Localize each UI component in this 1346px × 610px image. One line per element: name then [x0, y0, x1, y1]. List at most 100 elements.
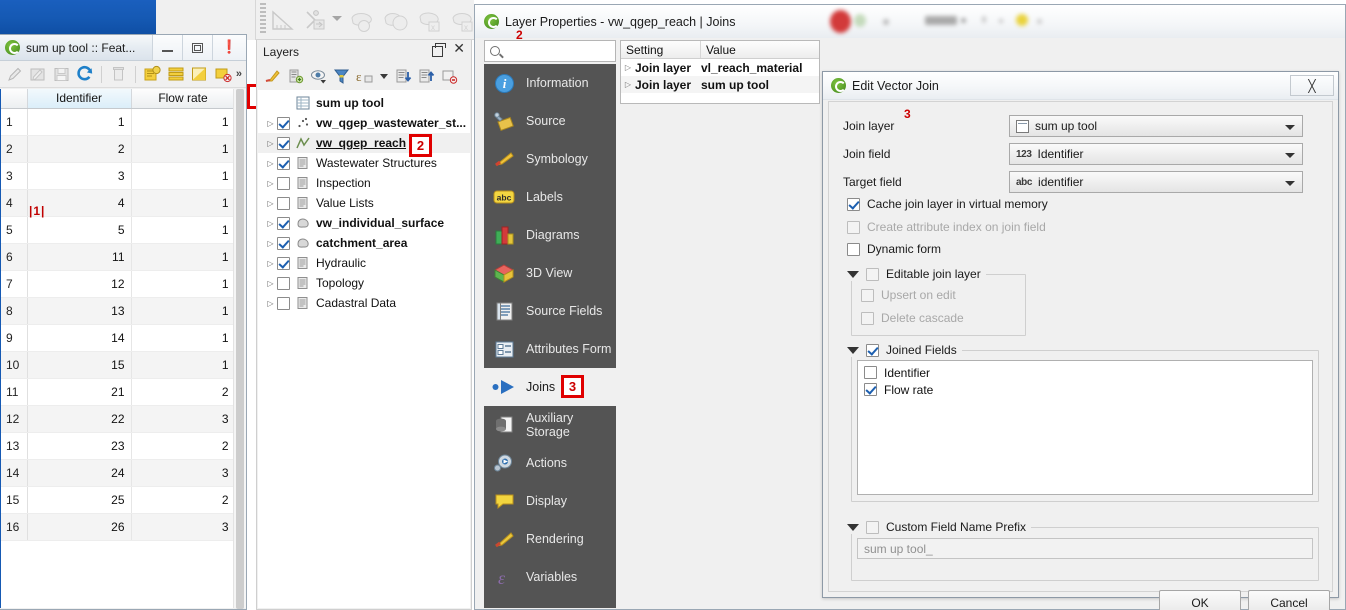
layer-properties-nav[interactable]: i Information Source Symbology abc Labels Diag… — [484, 64, 616, 608]
expand-triangle-icon[interactable]: ▷ — [621, 63, 635, 72]
layer-visibility-checkbox[interactable] — [277, 216, 290, 230]
row-index-cell[interactable]: 13 — [1, 432, 28, 460]
row-index-cell[interactable]: 15 — [1, 486, 28, 514]
expression-filter-icon[interactable]: ε — [355, 67, 374, 86]
nav-item-3d-view[interactable]: 3D View — [484, 254, 616, 292]
cancel-button[interactable]: Cancel — [1248, 590, 1330, 610]
expand-triangle-icon[interactable]: ▷ — [264, 299, 277, 308]
table-row[interactable]: 9 14 1 — [1, 324, 233, 352]
settings-search-input[interactable] — [484, 40, 616, 62]
flow-rate-cell[interactable]: 2 — [131, 486, 233, 514]
toolbar-drag-handle[interactable] — [260, 3, 266, 35]
flow-rate-cell[interactable]: 3 — [131, 459, 233, 487]
row-index-cell[interactable]: 6 — [1, 243, 28, 271]
attribute-table-vertical-scrollbar[interactable] — [233, 89, 246, 609]
deselect-all-icon[interactable] — [212, 64, 233, 85]
flow-rate-cell[interactable]: 1 — [131, 270, 233, 298]
collapse-triangle-icon[interactable] — [847, 346, 859, 354]
vertex-tool-icon[interactable] — [304, 8, 330, 32]
flow-rate-cell[interactable]: 3 — [131, 513, 233, 541]
table-row[interactable]: 14 24 3 — [1, 459, 233, 487]
collapse-triangle-icon[interactable] — [847, 270, 859, 278]
save-layer-edits-icon[interactable] — [51, 64, 72, 85]
remove-layer-icon[interactable] — [440, 67, 459, 86]
reload-refresh-icon[interactable] — [75, 64, 96, 85]
table-row[interactable]: 12 22 3 — [1, 405, 233, 433]
chevron-down-icon[interactable] — [1285, 125, 1295, 130]
layer-visibility-checkbox[interactable] — [277, 236, 290, 250]
measure-icon[interactable] — [270, 8, 296, 32]
row-index-cell[interactable]: 4 — [1, 189, 28, 217]
digitize-shape-icon-3[interactable]: x — [416, 9, 446, 33]
row-index-cell[interactable]: 5 — [1, 216, 28, 244]
row-index-cell[interactable]: 12 — [1, 405, 28, 433]
layer-item-topology[interactable]: ▷ Topology — [258, 273, 470, 293]
dynamic-form-checkbox[interactable]: Dynamic form — [847, 242, 941, 256]
checkbox-box[interactable] — [866, 267, 879, 281]
close-button[interactable]: ╳ — [1290, 75, 1334, 96]
table-row[interactable]: 15 25 2 — [1, 486, 233, 514]
expand-triangle-icon[interactable]: ▷ — [264, 179, 277, 188]
column-header-identifier[interactable]: Identifier — [27, 89, 132, 109]
identifier-cell[interactable]: 11 — [27, 243, 132, 271]
collapse-all-icon[interactable] — [417, 67, 436, 86]
expand-triangle-icon[interactable]: ▷ — [264, 279, 277, 288]
delete-cascade-checkbox[interactable]: Delete cascade — [861, 311, 964, 325]
manage-visibility-icon[interactable] — [309, 67, 328, 86]
joins-row[interactable]: ▷ Join layer vl_reach_material — [621, 59, 819, 76]
identifier-cell[interactable]: 25 — [27, 486, 132, 514]
nav-item-auxiliary-storage[interactable]: Auxiliary Storage — [484, 406, 616, 444]
table-row[interactable]: 111 — [1, 108, 233, 136]
nav-item-variables[interactable]: ε Variables — [484, 558, 616, 596]
flow-rate-cell[interactable]: 2 — [131, 432, 233, 460]
table-row[interactable]: 16 26 3 — [1, 513, 233, 541]
join-field-combo[interactable]: 123 Identifier — [1009, 143, 1303, 165]
filter-legend-icon[interactable] — [332, 67, 351, 86]
identifier-cell[interactable]: 23 — [27, 432, 132, 460]
expand-triangle-icon[interactable]: ▷ — [264, 219, 277, 228]
nav-item-joins[interactable]: Joins — [484, 368, 616, 406]
layer-item-catchment-area[interactable]: ▷ catchment_area — [258, 233, 470, 253]
maximize-button[interactable] — [182, 35, 212, 60]
joined-field-item-identifier[interactable]: Identifier — [858, 364, 1312, 381]
nav-item-attributes-form[interactable]: Attributes Form — [484, 330, 616, 368]
table-row[interactable]: 10 15 1 — [1, 351, 233, 379]
layer-visibility-checkbox[interactable] — [277, 176, 290, 190]
nav-item-labels[interactable]: abc Labels — [484, 178, 616, 216]
search-field[interactable] — [505, 43, 605, 59]
layer-item-sum-up-tool[interactable]: sum up tool — [258, 93, 470, 113]
layer-item-inspection[interactable]: ▷ Inspection — [258, 173, 470, 193]
layer-item-vw-qgep-reach[interactable]: ▷ vw_qgep_reach — [258, 133, 470, 153]
layers-tree[interactable]: sum up tool ▷ vw_qgep_wastewater_st... ▷ vw_… — [258, 90, 470, 608]
custom-prefix-input[interactable]: sum up tool_ — [857, 538, 1313, 559]
expand-triangle-icon[interactable]: ▷ — [264, 119, 277, 128]
flow-rate-cell[interactable]: 1 — [131, 351, 233, 379]
flow-rate-cell[interactable]: 1 — [131, 216, 233, 244]
select-all-icon[interactable] — [165, 64, 186, 85]
ok-button[interactable]: OK — [1159, 590, 1241, 610]
column-header-flow-rate[interactable]: Flow rate — [131, 89, 233, 109]
row-index-cell[interactable]: 10 — [1, 351, 28, 379]
layer-item-wastewater-structures[interactable]: ▷ Wastewater Structures — [258, 153, 470, 173]
layer-visibility-checkbox[interactable] — [277, 196, 290, 210]
row-index-cell[interactable]: 9 — [1, 324, 28, 352]
upsert-on-edit-checkbox[interactable]: Upsert on edit — [861, 288, 956, 302]
layer-visibility-checkbox[interactable] — [277, 276, 290, 290]
close-icon[interactable]: ✕ — [453, 42, 465, 56]
open-layer-styling-icon[interactable] — [263, 67, 282, 86]
nav-item-symbology[interactable]: Symbology — [484, 140, 616, 178]
checkbox-box[interactable] — [866, 343, 879, 357]
flow-rate-cell[interactable]: 1 — [131, 135, 233, 163]
layer-item-value-lists[interactable]: ▷ Value Lists — [258, 193, 470, 213]
target-field-combo[interactable]: abc identifier — [1009, 171, 1303, 193]
layer-item-vw-individual-surface[interactable]: ▷ vw_individual_surface — [258, 213, 470, 233]
row-header-corner[interactable] — [1, 89, 28, 109]
identifier-cell[interactable]: 21 — [27, 378, 132, 406]
nav-item-diagrams[interactable]: Diagrams — [484, 216, 616, 254]
expand-all-icon[interactable] — [394, 67, 413, 86]
nav-item-source-fields[interactable]: Source Fields — [484, 292, 616, 330]
joins-list[interactable]: Setting Value ▷ Join layer vl_reach_materi… — [620, 40, 820, 104]
collapse-triangle-icon[interactable] — [847, 523, 859, 531]
identifier-cell[interactable]: 14 — [27, 324, 132, 352]
table-row[interactable]: 331 — [1, 162, 233, 190]
